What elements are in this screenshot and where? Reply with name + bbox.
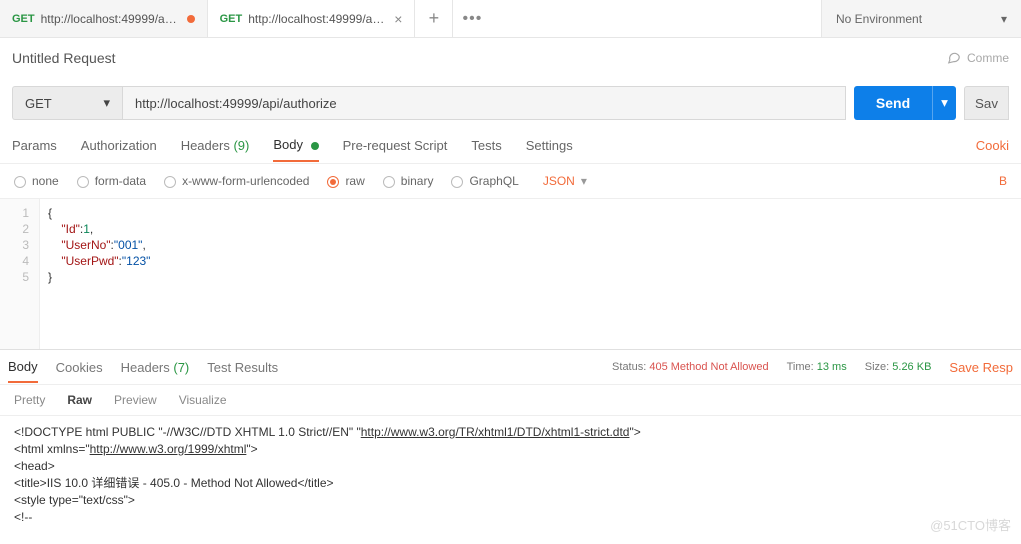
code-line: "Id":1, (48, 221, 150, 237)
comments-button[interactable]: Comme (947, 50, 1009, 67)
unsaved-dot-icon (187, 15, 195, 23)
tab-method: GET (220, 13, 243, 25)
resp-line: <title>IIS 10.0 详细错误 - 405.0 - Method No… (14, 475, 1007, 492)
save-response-button[interactable]: Save Resp (949, 360, 1013, 375)
tab-settings[interactable]: Settings (526, 130, 573, 161)
request-name[interactable]: Untitled Request (12, 50, 116, 66)
chevron-down-icon: ▾ (1001, 12, 1007, 26)
headers-count: (9) (233, 138, 249, 153)
request-tabs: Params Authorization Headers (9) Body Pr… (0, 128, 1021, 164)
save-button[interactable]: Sav (964, 86, 1009, 120)
response-body[interactable]: <!DOCTYPE html PUBLIC "-//W3C//DTD XHTML… (0, 416, 1021, 534)
code-line: "UserNo":"001", (48, 237, 150, 253)
tab-params[interactable]: Params (12, 130, 57, 161)
method-value: GET (25, 96, 52, 111)
view-raw[interactable]: Raw (67, 393, 92, 407)
response-tab-headers[interactable]: Headers (7) (121, 353, 190, 382)
tab-body[interactable]: Body (273, 129, 318, 162)
body-xwww[interactable]: x-www-form-urlencoded (164, 174, 309, 188)
body-formdata[interactable]: form-data (77, 174, 146, 188)
radio-icon (77, 176, 89, 188)
body-none[interactable]: none (14, 174, 59, 188)
body-raw[interactable]: raw (327, 174, 364, 188)
radio-icon (164, 176, 176, 188)
view-preview[interactable]: Preview (114, 393, 157, 407)
radio-icon (451, 176, 463, 188)
request-tab-1[interactable]: GET http://localhost:49999/api/sysu... (0, 0, 208, 37)
code-line: { (48, 205, 150, 221)
radio-icon (14, 176, 26, 188)
tab-title: http://localhost:49999/api/aut... (248, 12, 388, 26)
send-dropdown-button[interactable]: ▾ (932, 86, 956, 120)
add-tab-button[interactable]: + (415, 0, 453, 37)
tab-prerequest[interactable]: Pre-request Script (343, 130, 448, 161)
top-row: GET http://localhost:49999/api/sysu... G… (0, 0, 1021, 38)
request-name-row: Untitled Request Comme (0, 38, 1021, 78)
resp-line: <html xmlns="http://www.w3.org/1999/xhtm… (14, 441, 1007, 458)
body-binary[interactable]: binary (383, 174, 434, 188)
comments-label: Comme (967, 51, 1009, 65)
editor-content[interactable]: { "Id":1, "UserNo":"001", "UserPwd":"123… (40, 199, 158, 349)
request-tab-2[interactable]: GET http://localhost:49999/api/aut... × (208, 0, 416, 37)
url-row: GET ▾ Send ▾ Sav (0, 78, 1021, 128)
tab-authorization[interactable]: Authorization (81, 130, 157, 161)
tab-tests[interactable]: Tests (471, 130, 501, 161)
response-view-tabs: Pretty Raw Preview Visualize (0, 385, 1021, 416)
body-graphql[interactable]: GraphQL (451, 174, 518, 188)
tab-body-label: Body (273, 137, 303, 152)
raw-language-select[interactable]: JSON▾ (543, 174, 587, 188)
radio-on-icon (327, 176, 339, 188)
comment-icon (947, 50, 961, 67)
resp-line: <head> (14, 458, 1007, 475)
tab-overflow-button[interactable]: ••• (453, 0, 491, 37)
editor-gutter: 1 2 3 4 5 (0, 199, 40, 349)
radio-icon (383, 176, 395, 188)
response-size: Size: 5.26 KB (865, 361, 932, 373)
response-status: Status: 405 Method Not Allowed (612, 361, 769, 373)
chevron-down-icon: ▾ (581, 174, 587, 188)
method-select[interactable]: GET ▾ (12, 86, 122, 120)
body-active-dot-icon (311, 142, 319, 150)
watermark: @51CTO博客 (930, 515, 1011, 534)
response-time: Time: 13 ms (787, 361, 847, 373)
tab-bar: GET http://localhost:49999/api/sysu... G… (0, 0, 821, 37)
code-line: "UserPwd":"123" (48, 253, 150, 269)
xmlns-link[interactable]: http://www.w3.org/1999/xhtml (90, 442, 247, 456)
dtd-link[interactable]: http://www.w3.org/TR/xhtml1/DTD/xhtml1-s… (361, 425, 630, 439)
tab-headers-label: Headers (181, 138, 230, 153)
cookies-link[interactable]: Cooki (976, 138, 1009, 153)
view-pretty[interactable]: Pretty (14, 393, 45, 407)
body-editor[interactable]: 1 2 3 4 5 { "Id":1, "UserNo":"001", "Use… (0, 199, 1021, 349)
tab-method: GET (12, 13, 35, 25)
response-tab-tests[interactable]: Test Results (207, 353, 278, 382)
view-visualize[interactable]: Visualize (179, 393, 227, 407)
response-tab-body[interactable]: Body (8, 352, 38, 383)
environment-label: No Environment (836, 12, 922, 26)
environment-select[interactable]: No Environment ▾ (821, 0, 1021, 37)
response-tabs: Body Cookies Headers (7) Test Results St… (0, 349, 1021, 385)
resp-line: <!DOCTYPE html PUBLIC "-//W3C//DTD XHTML… (14, 424, 1007, 441)
response-tab-cookies[interactable]: Cookies (56, 353, 103, 382)
beautify-button[interactable]: B (999, 174, 1007, 188)
tab-headers[interactable]: Headers (9) (181, 130, 250, 161)
chevron-down-icon: ▾ (103, 95, 110, 111)
close-icon[interactable]: × (394, 12, 402, 26)
resp-line: <style type="text/css"> (14, 492, 1007, 509)
send-button[interactable]: Send (854, 86, 932, 120)
url-input[interactable] (122, 86, 846, 120)
code-line: } (48, 269, 150, 285)
resp-line: <!-- (14, 509, 1007, 526)
tab-title: http://localhost:49999/api/sysu... (41, 12, 181, 26)
body-type-row: none form-data x-www-form-urlencoded raw… (0, 164, 1021, 199)
